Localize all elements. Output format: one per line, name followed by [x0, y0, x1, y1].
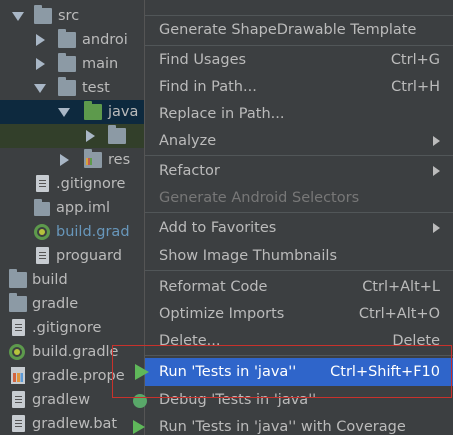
context-menu: Paste Ctrl+V Generate ShapeDrawable Temp… — [133, 0, 453, 435]
menu-item-label: Run 'Tests in 'java'' — [159, 364, 297, 380]
gradle-icon — [34, 224, 50, 240]
submenu-arrow-icon — [433, 136, 440, 146]
tree-label: build.grad — [56, 224, 130, 240]
menu-item-label: Show Image Thumbnails — [159, 248, 338, 264]
resources-folder-icon — [84, 149, 102, 168]
menu-item-shortcut: Ctrl+V — [392, 0, 440, 10]
menu-item-label: Optimize Imports — [159, 306, 285, 322]
tree-label: gradle — [32, 296, 79, 312]
menu-separator — [145, 270, 453, 271]
menu-item-label: Delete... — [159, 333, 221, 349]
menu-item-label: Run 'Tests in 'java'' with Coverage — [159, 419, 406, 435]
tree-label: res — [108, 152, 131, 168]
menu-item-shortcut: Ctrl+Alt+O — [358, 306, 440, 322]
tree-label: app.iml — [56, 200, 111, 216]
menu-item-label: Find in Path... — [159, 79, 257, 95]
tree-label: androi — [82, 32, 128, 48]
menu-item-shortcut: Ctrl+G — [390, 52, 440, 68]
collapse-arrow-icon[interactable] — [36, 58, 45, 70]
menu-item-label: Analyze — [159, 133, 217, 149]
tree-label: gradlew.bat — [32, 416, 118, 432]
menu-item-analyze[interactable]: Analyze — [145, 127, 453, 155]
menu-item-label: Generate ShapeDrawable Template — [159, 22, 417, 38]
test-folder-icon — [84, 101, 102, 120]
menu-item-debug-tests[interactable]: Debug 'Tests in 'java'' — [133, 386, 453, 414]
submenu-arrow-icon — [433, 223, 440, 233]
menu-item-label: Refactor — [159, 163, 220, 179]
tree-label: .gitignore — [56, 176, 126, 192]
collapse-arrow-icon[interactable] — [36, 34, 45, 46]
menu-item-label: Paste — [159, 0, 198, 10]
menu-separator — [145, 212, 453, 213]
menu-item-delete[interactable]: Delete... Delete — [145, 327, 453, 355]
text-file-icon — [36, 247, 49, 264]
debug-icon — [133, 394, 147, 408]
tree-label: build.gradle — [32, 344, 119, 360]
text-file-icon — [12, 391, 25, 408]
package-icon — [108, 125, 126, 144]
folder-icon — [9, 293, 27, 312]
expand-arrow-icon[interactable] — [34, 84, 46, 93]
menu-item-label: Generate Android Selectors — [159, 190, 360, 206]
menu-item-label: Reformat Code — [159, 279, 268, 295]
text-file-icon — [12, 415, 25, 432]
menu-item-show-image-thumbnails[interactable]: Show Image Thumbnails — [145, 242, 453, 270]
tree-label: src — [58, 8, 80, 24]
run-icon — [135, 364, 149, 380]
folder-icon — [58, 53, 76, 72]
coverage-icon — [133, 420, 145, 434]
menu-item-find-usages[interactable]: Find Usages Ctrl+G — [145, 46, 453, 74]
tree-label: gradlew — [32, 392, 91, 408]
menu-item-generate-android-selectors: Generate Android Selectors — [145, 184, 453, 212]
menu-item-add-to-favorites[interactable]: Add to Favorites — [145, 214, 453, 242]
menu-separator — [145, 155, 453, 156]
tree-label: gradle.prope — [32, 368, 125, 384]
collapse-arrow-icon[interactable] — [86, 130, 95, 142]
tree-label: test — [82, 80, 110, 96]
menu-item-label: Replace in Path... — [159, 106, 285, 122]
menu-item-shortcut: Delete — [392, 333, 440, 349]
folder-icon — [34, 5, 52, 24]
submenu-arrow-icon — [433, 166, 440, 176]
menu-item-shortcut: Ctrl+H — [391, 79, 440, 95]
menu-item-label: Add to Favorites — [159, 220, 277, 236]
folder-icon — [58, 29, 76, 48]
tree-label: java — [108, 104, 139, 120]
properties-file-icon — [11, 367, 25, 384]
menu-item-shortcut: Ctrl+Shift+F10 — [330, 364, 440, 380]
text-file-icon — [12, 319, 25, 336]
menu-item-run-tests[interactable]: Run 'Tests in 'java'' Ctrl+Shift+F10 — [135, 358, 453, 386]
tree-label: build — [32, 272, 68, 288]
text-file-icon — [36, 175, 49, 192]
menu-item-label: Debug 'Tests in 'java'' — [159, 392, 317, 408]
expand-arrow-icon[interactable] — [12, 12, 24, 21]
menu-item-replace-in-path[interactable]: Replace in Path... — [145, 100, 453, 128]
tree-label: main — [82, 56, 119, 72]
expand-arrow-icon[interactable] — [58, 108, 70, 117]
folder-icon — [58, 77, 76, 96]
menu-item-reformat-code[interactable]: Reformat Code Ctrl+Alt+L — [145, 273, 453, 301]
menu-separator — [145, 355, 453, 356]
tree-label: proguard — [56, 248, 122, 264]
menu-item-label: Find Usages — [159, 52, 247, 68]
menu-item-run-with-coverage[interactable]: Run 'Tests in 'java'' with Coverage — [133, 413, 453, 435]
menu-item-find-in-path[interactable]: Find in Path... Ctrl+H — [145, 73, 453, 101]
menu-item-shortcut: Ctrl+Alt+L — [362, 279, 440, 295]
menu-item-refactor[interactable]: Refactor — [145, 157, 453, 185]
menu-item-generate-shapedrawable[interactable]: Generate ShapeDrawable Template — [145, 16, 453, 44]
gradle-icon — [9, 344, 25, 360]
folder-icon — [9, 269, 27, 288]
module-file-icon — [34, 199, 50, 216]
menu-item-optimize-imports[interactable]: Optimize Imports Ctrl+Alt+O — [145, 300, 453, 328]
collapse-arrow-icon[interactable] — [60, 154, 69, 166]
tree-label: .gitignore — [32, 320, 102, 336]
menu-item-paste[interactable]: Paste Ctrl+V — [145, 0, 453, 10]
